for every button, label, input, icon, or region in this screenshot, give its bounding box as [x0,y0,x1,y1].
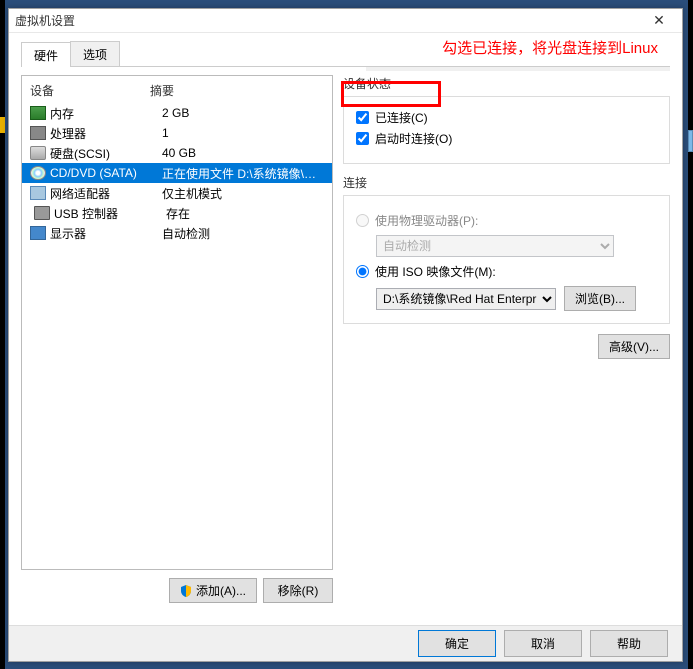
device-name: 内存 [50,105,162,122]
physical-drive-label: 使用物理驱动器(P): [375,212,478,229]
device-summary: 40 GB [162,146,324,160]
ok-button[interactable]: 确定 [418,630,496,657]
iso-radio-row[interactable]: 使用 ISO 映像文件(M): [356,263,657,280]
vm-settings-dialog: 虚拟机设置 ✕ 勾选已连接，将光盘连接到Linux 硬件 选项 设备 摘要 内存… [8,8,683,662]
device-summary: 仅主机模式 [162,185,324,202]
device-row-display[interactable]: 显示器自动检测 [22,223,332,243]
connect-poweron-label: 启动时连接(O) [375,130,452,147]
device-summary: 存在 [166,205,324,222]
connected-label: 已连接(C) [375,109,428,126]
device-name: USB 控制器 [54,205,166,222]
tab-hardware[interactable]: 硬件 [21,42,71,67]
cancel-button[interactable]: 取消 [504,630,582,657]
browse-button[interactable]: 浏览(B)... [564,286,636,311]
help-button[interactable]: 帮助 [590,630,668,657]
physical-drive-radio [356,214,369,227]
connect-poweron-checkbox[interactable] [356,132,369,145]
tab-options[interactable]: 选项 [70,41,120,66]
device-summary: 正在使用文件 D:\系统镜像\Red H... [162,165,324,182]
add-button-label: 添加(A)... [196,582,246,599]
device-list-header: 设备 摘要 [22,76,332,103]
mem-icon [30,106,46,120]
header-device: 设备 [30,82,150,99]
device-row-hdd[interactable]: 硬盘(SCSI)40 GB [22,143,332,163]
device-name: CD/DVD (SATA) [50,166,162,180]
iso-radio[interactable] [356,265,369,278]
connection-group-label: 连接 [343,174,670,191]
background-app-icon [0,117,5,133]
annotation-overlay-strip [366,67,670,71]
iso-path-select[interactable]: D:\系统镜像\Red Hat Enterpris [376,288,556,310]
connected-checkbox[interactable] [356,111,369,124]
window-title: 虚拟机设置 [15,12,642,29]
shield-icon [180,585,192,597]
device-summary: 2 GB [162,106,324,120]
device-row-cpu[interactable]: 处理器1 [22,123,332,143]
connect-poweron-checkbox-row[interactable]: 启动时连接(O) [356,130,657,147]
background-tab [688,130,693,152]
device-name: 网络适配器 [50,185,162,202]
device-name: 处理器 [50,125,162,142]
device-row-net[interactable]: 网络适配器仅主机模式 [22,183,332,203]
device-row-cd[interactable]: CD/DVD (SATA)正在使用文件 D:\系统镜像\Red H... [22,163,332,183]
advanced-button[interactable]: 高级(V)... [598,334,670,359]
net-icon [30,186,46,200]
device-list: 设备 摘要 内存2 GB处理器1硬盘(SCSI)40 GBCD/DVD (SAT… [21,75,333,570]
add-button[interactable]: 添加(A)... [169,578,257,603]
device-row-usb[interactable]: USB 控制器存在 [22,203,332,223]
header-summary: 摘要 [150,82,174,99]
hdd-icon [30,146,46,160]
remove-button[interactable]: 移除(R) [263,578,333,603]
connected-checkbox-row[interactable]: 已连接(C) [356,109,657,126]
iso-label: 使用 ISO 映像文件(M): [375,263,496,280]
titlebar: 虚拟机设置 ✕ [9,9,682,33]
close-button[interactable]: ✕ [642,12,676,30]
cpu-icon [30,126,46,140]
usb-icon [34,206,50,220]
cd-icon [30,166,46,180]
device-name: 硬盘(SCSI) [50,145,162,162]
device-summary: 自动检测 [162,225,324,242]
device-name: 显示器 [50,225,162,242]
physical-drive-radio-row[interactable]: 使用物理驱动器(P): [356,212,657,229]
device-summary: 1 [162,126,324,140]
annotation-text: 勾选已连接，将光盘连接到Linux [442,37,658,58]
device-row-mem[interactable]: 内存2 GB [22,103,332,123]
physical-drive-select: 自动检测 [376,235,614,257]
status-group-label: 设备状态 [343,75,670,92]
dialog-footer: 确定 取消 帮助 [9,625,682,661]
display-icon [30,226,46,240]
